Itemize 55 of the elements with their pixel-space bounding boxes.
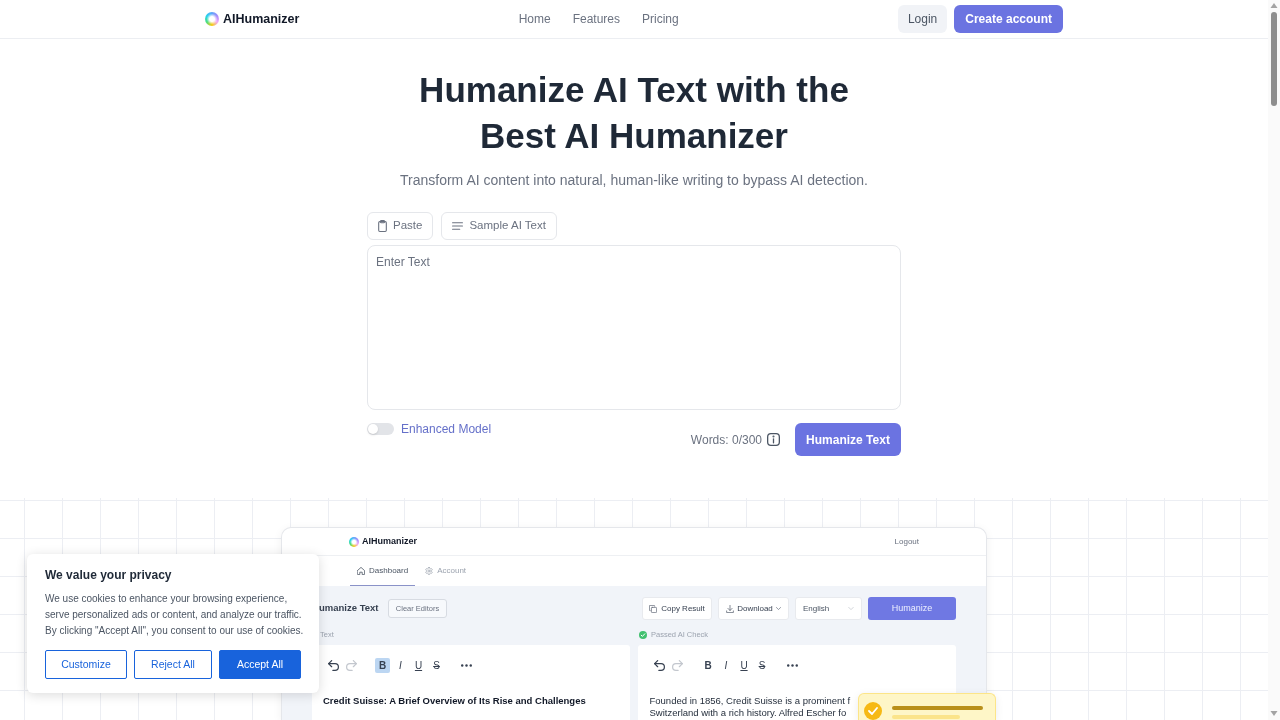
hero-title: Humanize AI Text with the Best AI Humanizer [419,69,849,157]
login-button[interactable]: Login [897,5,948,33]
hero-subtitle: Transform AI content into natural, human-like writing to bypass AI detection. [400,171,868,190]
humanize-button[interactable]: Humanize [868,597,956,620]
text-lines-icon [452,222,464,230]
format-button[interactable]: I [718,658,734,673]
reject-all-button[interactable]: Reject All [134,650,212,679]
home-icon [357,566,365,575]
format-button[interactable]: U [736,658,752,673]
text-input[interactable]: Enter Text [367,245,901,410]
format-button[interactable]: B [700,658,716,673]
brand-name: AIHumanizer [362,534,417,548]
document-heading: Credit Suisse: A Brief Overview of Its Rise and Challenges [322,695,587,707]
cookie-title: We value your privacy [45,568,173,582]
document-text-line: Founded in 1856, Credit Suisse is a prominent f [649,695,851,707]
logout-link[interactable]: Logout [894,535,919,548]
copy-result-button[interactable]: Copy Result [642,597,712,620]
format-button[interactable]: I [393,658,408,673]
format-button[interactable]: B [375,658,390,673]
accept-all-button[interactable]: Accept All [219,650,301,679]
clipboard-icon [378,220,387,232]
format-button[interactable]: S [429,658,444,673]
logo-icon [349,536,359,547]
nav-link[interactable]: Features [572,10,620,28]
download-icon [726,604,735,613]
enhanced-model-toggle[interactable] [367,423,394,435]
word-count: Words: 0/300 [690,431,762,449]
page-title: umanize Text [319,601,380,616]
more-icon[interactable] [461,664,472,667]
paste-button[interactable]: Paste [367,212,434,240]
info-icon[interactable] [767,433,780,446]
enhanced-model-label: Enhanced Model [401,421,492,438]
settings-icon [425,566,434,575]
chevron-down-icon [775,607,781,610]
scrollbar[interactable] [1268,0,1280,720]
input-editor[interactable]: B I U S Credit Suisse: A Brief Overview of Its Rise and Challenges [312,645,630,720]
cookie-message: We use cookies to enhance your browsing experience, serve personalized ads or content, and analyze our traffic. By clicking "Accept All", you consent to our use of cookies. [45,592,305,638]
nav-link[interactable]: Pricing [642,10,679,28]
create-account-button[interactable]: Create account [954,5,1063,33]
humanize-text-button[interactable]: Humanize Text [795,423,901,456]
format-button[interactable]: U [411,658,426,673]
format-button[interactable]: S [754,658,770,673]
logo-icon [205,12,219,26]
download-button[interactable]: Download [718,597,789,620]
more-icon[interactable] [786,664,798,667]
undo-icon[interactable] [653,660,665,671]
undo-icon[interactable] [328,660,339,671]
nav-link[interactable]: Home [518,10,551,28]
document-text-line: Switzerland with a rich history. Alfred Escher fo [649,707,847,719]
check-circle-icon [639,631,647,639]
customize-button[interactable]: Customize [45,650,127,679]
brand-name[interactable]: AIHumanizer [223,9,300,29]
sample-text-button[interactable]: Sample AI Text [441,212,557,240]
copy-icon [649,604,658,613]
language-select[interactable]: English [795,597,862,620]
